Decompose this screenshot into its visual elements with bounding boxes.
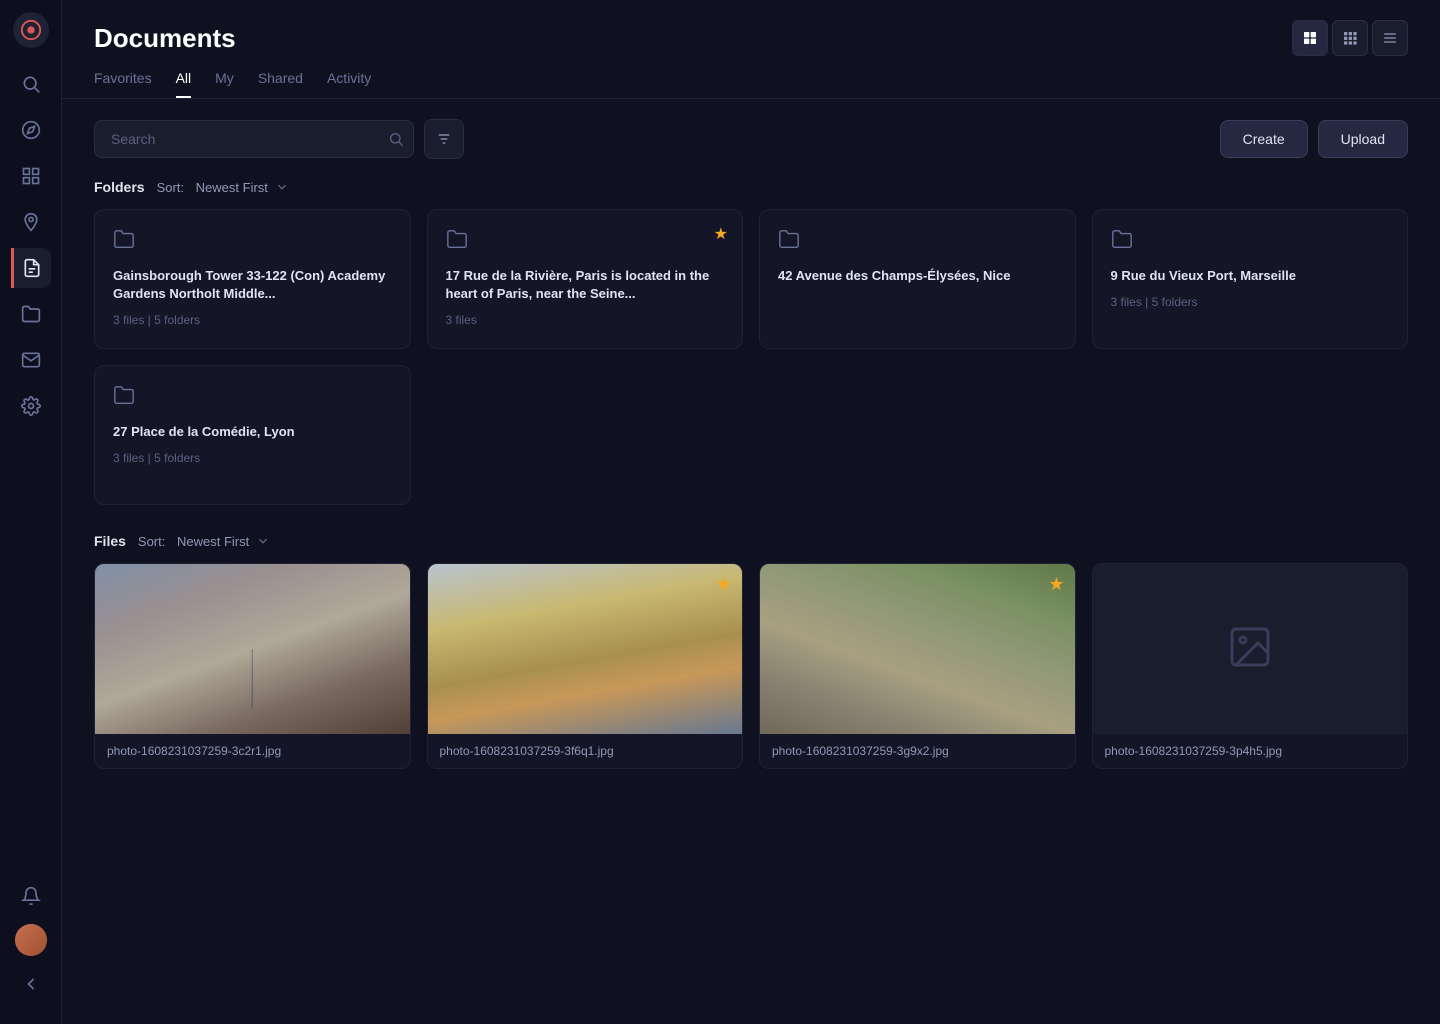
folder-icon bbox=[446, 228, 725, 255]
tab-my[interactable]: My bbox=[215, 70, 234, 98]
folder-meta: 3 files | 5 folders bbox=[113, 451, 392, 465]
file-name: photo-1608231037259-3g9x2.jpg bbox=[760, 734, 1075, 768]
file-name: photo-1608231037259-3p4h5.jpg bbox=[1093, 734, 1408, 768]
folder-card[interactable]: ★ 17 Rue de la Rivière, Paris is located… bbox=[427, 209, 744, 349]
create-button[interactable]: Create bbox=[1220, 120, 1308, 158]
page-title: Documents bbox=[94, 23, 236, 54]
app-logo[interactable] bbox=[13, 12, 49, 48]
content-area: Create Upload Folders Sort: Newest First bbox=[62, 99, 1440, 1024]
folder-card[interactable]: 27 Place de la Comédie, Lyon 3 files | 5… bbox=[94, 365, 411, 505]
files-sort-prefix: Sort: bbox=[138, 534, 165, 549]
sidebar-item-folder[interactable] bbox=[11, 294, 51, 334]
search-icon[interactable] bbox=[388, 131, 404, 147]
folders-section-title: Folders bbox=[94, 179, 145, 195]
folder-icon bbox=[778, 228, 1057, 255]
files-sort-value: Newest First bbox=[177, 534, 249, 549]
view-list-button[interactable] bbox=[1372, 20, 1408, 56]
user-avatar[interactable] bbox=[15, 924, 47, 956]
search-toolbar: Create Upload bbox=[94, 119, 1408, 159]
folders-grid: Gainsborough Tower 33-122 (Con) Academy … bbox=[94, 209, 1408, 505]
folder-name: 42 Avenue des Champs-Élysées, Nice bbox=[778, 267, 1057, 285]
page-header: Documents bbox=[62, 0, 1440, 56]
view-grid-large-button[interactable] bbox=[1292, 20, 1328, 56]
files-sort-control[interactable]: Sort: Newest First bbox=[138, 534, 270, 549]
sidebar-item-location[interactable] bbox=[11, 202, 51, 242]
file-star-badge: ★ bbox=[716, 574, 732, 595]
folder-name: 9 Rue du Vieux Port, Marseille bbox=[1111, 267, 1390, 285]
folder-icon bbox=[113, 228, 392, 255]
sidebar-item-settings[interactable] bbox=[11, 386, 51, 426]
files-section-header: Files Sort: Newest First bbox=[94, 533, 1408, 549]
folder-name: 27 Place de la Comédie, Lyon bbox=[113, 423, 392, 441]
view-grid-small-button[interactable] bbox=[1332, 20, 1368, 56]
tab-all[interactable]: All bbox=[176, 70, 192, 98]
star-badge: ★ bbox=[714, 224, 728, 244]
folder-card[interactable]: 42 Avenue des Champs-Élysées, Nice bbox=[759, 209, 1076, 349]
action-buttons: Create Upload bbox=[1220, 120, 1408, 158]
folders-sort-control[interactable]: Sort: Newest First bbox=[157, 180, 289, 195]
folder-card[interactable]: 9 Rue du Vieux Port, Marseille 3 files |… bbox=[1092, 209, 1409, 349]
file-name: photo-1608231037259-3c2r1.jpg bbox=[95, 734, 410, 768]
folders-sort-prefix: Sort: bbox=[157, 180, 184, 195]
file-thumbnail bbox=[1093, 564, 1408, 734]
folder-meta: 3 files | 5 folders bbox=[1111, 295, 1390, 309]
tabs-bar: Favorites All My Shared Activity bbox=[62, 56, 1440, 99]
tab-favorites[interactable]: Favorites bbox=[94, 70, 152, 98]
main-content: Documents bbox=[62, 0, 1440, 1024]
file-thumbnail bbox=[95, 564, 410, 734]
folder-meta: 3 files bbox=[446, 313, 725, 327]
sidebar-item-mail[interactable] bbox=[11, 340, 51, 380]
view-controls bbox=[1292, 20, 1408, 56]
folder-icon bbox=[1111, 228, 1390, 255]
folder-icon bbox=[113, 384, 392, 411]
sidebar-item-notifications[interactable] bbox=[11, 876, 51, 916]
file-placeholder-icon bbox=[1226, 623, 1274, 676]
sidebar-item-compass[interactable] bbox=[11, 110, 51, 150]
file-thumbnail: ★ bbox=[760, 564, 1075, 734]
sidebar-item-collapse[interactable] bbox=[11, 964, 51, 1004]
search-input[interactable] bbox=[94, 120, 414, 158]
filter-button[interactable] bbox=[424, 119, 464, 159]
files-grid: photo-1608231037259-3c2r1.jpg ★ photo-16… bbox=[94, 563, 1408, 769]
folder-meta: 3 files | 5 folders bbox=[113, 313, 392, 327]
files-section-title: Files bbox=[94, 533, 126, 549]
file-star-badge: ★ bbox=[1048, 574, 1064, 595]
file-card[interactable]: ★ photo-1608231037259-3f6q1.jpg bbox=[427, 563, 744, 769]
tab-activity[interactable]: Activity bbox=[327, 70, 371, 98]
sidebar-item-documents[interactable] bbox=[11, 248, 51, 288]
file-name: photo-1608231037259-3f6q1.jpg bbox=[428, 734, 743, 768]
sidebar bbox=[0, 0, 62, 1024]
tab-shared[interactable]: Shared bbox=[258, 70, 303, 98]
sidebar-item-search[interactable] bbox=[11, 64, 51, 104]
folders-sort-value: Newest First bbox=[196, 180, 268, 195]
search-input-wrap bbox=[94, 120, 414, 158]
folder-name: 17 Rue de la Rivière, Paris is located i… bbox=[446, 267, 725, 303]
folders-section-header: Folders Sort: Newest First bbox=[94, 179, 1408, 195]
file-card[interactable]: photo-1608231037259-3c2r1.jpg bbox=[94, 563, 411, 769]
file-card[interactable]: ★ photo-1608231037259-3g9x2.jpg bbox=[759, 563, 1076, 769]
folder-name: Gainsborough Tower 33-122 (Con) Academy … bbox=[113, 267, 392, 303]
upload-button[interactable]: Upload bbox=[1318, 120, 1408, 158]
file-thumbnail: ★ bbox=[428, 564, 743, 734]
folder-card[interactable]: Gainsborough Tower 33-122 (Con) Academy … bbox=[94, 209, 411, 349]
file-card[interactable]: photo-1608231037259-3p4h5.jpg bbox=[1092, 563, 1409, 769]
sidebar-item-grid[interactable] bbox=[11, 156, 51, 196]
